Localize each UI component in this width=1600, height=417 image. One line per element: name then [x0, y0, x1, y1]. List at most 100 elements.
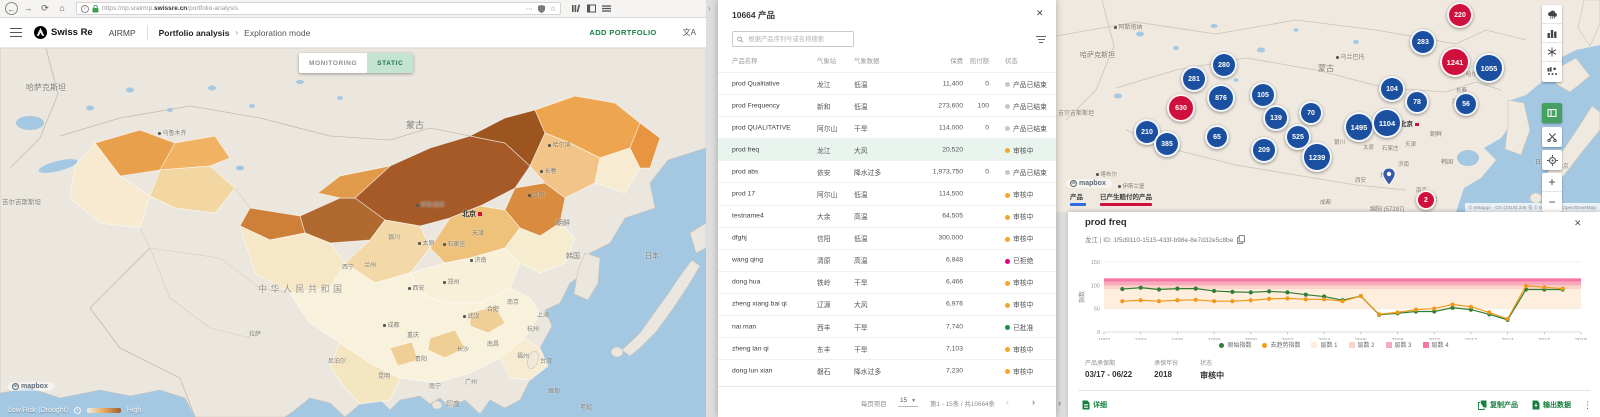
- table-cell: 磐石: [817, 366, 831, 376]
- cluster-marker[interactable]: 65: [1205, 125, 1229, 149]
- copy-product-button[interactable]: 复制产品: [1478, 400, 1518, 410]
- library-icon[interactable]: [572, 4, 581, 13]
- cluster-marker[interactable]: 280: [1211, 52, 1237, 78]
- back-icon[interactable]: ←: [5, 2, 18, 15]
- cluster-marker[interactable]: 209: [1251, 137, 1277, 163]
- breadcrumb-chevron-icon: ›: [236, 28, 239, 37]
- map-label: 乌兰巴托: [1336, 52, 1365, 61]
- combo-layer-button[interactable]: [1542, 62, 1562, 81]
- static-tab[interactable]: STATIC: [367, 53, 413, 73]
- map-label: 太原: [1363, 143, 1374, 151]
- info-icon[interactable]: i: [74, 407, 81, 414]
- per-page-select[interactable]: 15▼: [898, 397, 918, 407]
- close-icon[interactable]: ✕: [1574, 218, 1582, 229]
- table-row[interactable]: prod 17阿尔山低温114,500审核中: [718, 182, 1056, 204]
- swiss-re-logo: Swiss Re: [34, 26, 93, 39]
- hamburger-menu-icon[interactable]: [10, 28, 22, 37]
- cluster-marker[interactable]: 1104: [1372, 108, 1402, 138]
- product-search[interactable]: [732, 31, 854, 47]
- export-data-button[interactable]: 输出数据: [1532, 400, 1571, 410]
- map-label: 沈阳: [528, 190, 545, 199]
- table-row[interactable]: prod abs依安降水过多1,973,7500产品已结束: [718, 160, 1056, 182]
- more-menu-icon[interactable]: ⋮: [1583, 400, 1592, 411]
- cluster-marker[interactable]: 1239: [1302, 142, 1332, 172]
- cluster-marker[interactable]: 70: [1299, 101, 1323, 125]
- table-row[interactable]: prod Qualitative龙江低温11,4000产品已结束: [718, 72, 1056, 94]
- cluster-marker[interactable]: 104: [1379, 76, 1405, 102]
- cluster-marker[interactable]: 1055: [1474, 53, 1504, 83]
- legend-band[interactable]: 层数 1: [1311, 340, 1337, 349]
- snow-layer-button[interactable]: [1542, 43, 1562, 62]
- filter-icon[interactable]: [1036, 36, 1046, 44]
- weather-layer-button[interactable]: [1542, 5, 1562, 24]
- legend-band[interactable]: 层数 2: [1349, 340, 1375, 349]
- cluster-marker[interactable]: 105: [1250, 82, 1276, 108]
- zoom-out-button[interactable]: −: [1542, 192, 1562, 211]
- cluster-marker[interactable]: 876: [1207, 84, 1235, 112]
- cluster-marker[interactable]: 281: [1181, 66, 1207, 92]
- url-bar[interactable]: i https://np.srairmp.swissre.cn/portfoli…: [76, 2, 561, 15]
- translate-icon[interactable]: 文A: [683, 27, 696, 38]
- cluster-marker[interactable]: 385: [1154, 131, 1180, 157]
- column-header: 产品名称: [732, 56, 758, 65]
- table-row[interactable]: prod freq龙江大风20,520审核中: [718, 138, 1056, 160]
- table-row[interactable]: zheng xiang bai qi辽源大风6,976审核中: [718, 293, 1056, 315]
- site-info-icon[interactable]: i: [81, 5, 89, 13]
- table-cell: 6,976: [911, 301, 963, 308]
- home-icon[interactable]: ⌂: [55, 2, 69, 15]
- monitoring-tab[interactable]: MONITORING: [299, 53, 367, 73]
- legend-band[interactable]: 层数 4: [1423, 340, 1449, 349]
- menu-icon[interactable]: [602, 4, 611, 13]
- legend-series[interactable]: 去趋势指数: [1262, 340, 1300, 349]
- zoom-in-button[interactable]: +: [1542, 173, 1562, 192]
- cluster-marker[interactable]: 2: [1416, 190, 1436, 210]
- table-row[interactable]: wang qing清原高温6,848已拒绝: [718, 249, 1056, 271]
- copy-icon[interactable]: [1237, 235, 1245, 244]
- cluster-marker[interactable]: 283: [1410, 29, 1436, 55]
- legend-band[interactable]: 层数 3: [1386, 340, 1412, 349]
- table-row[interactable]: dfghj信阳低温300,000审核中: [718, 227, 1056, 249]
- cluster-marker[interactable]: 56: [1454, 92, 1478, 116]
- breadcrumb[interactable]: Portfolio analysis: [159, 28, 230, 38]
- forward-icon[interactable]: →: [21, 2, 35, 15]
- cluster-marker[interactable]: 220: [1447, 2, 1473, 28]
- next-page-icon[interactable]: ›: [1032, 397, 1035, 407]
- table-row[interactable]: testname4大余高温64,505审核中: [718, 205, 1056, 227]
- cluster-marker[interactable]: 1495: [1344, 112, 1374, 142]
- add-portfolio-button[interactable]: ADD PORTFOLIO: [589, 28, 656, 37]
- cluster-marker[interactable]: 78: [1405, 90, 1429, 114]
- detail-title: prod freq: [1085, 217, 1127, 228]
- map-label: 银川: [1334, 138, 1345, 146]
- table-row[interactable]: prod QUALITATIVE阿尔山干旱114,0000产品已结束: [718, 116, 1056, 138]
- lock-icon: [92, 5, 99, 13]
- cluster-marker[interactable]: 630: [1167, 94, 1195, 122]
- table-row[interactable]: dong hua铁岭干旱6,466审核中: [718, 271, 1056, 293]
- cluster-marker[interactable]: 1241: [1440, 47, 1470, 77]
- close-icon[interactable]: ✕: [1036, 8, 1044, 19]
- cluster-map[interactable]: 产品已产生赔付的产品 mmapbox © eMapgo · GS (2018) …: [1056, 0, 1600, 212]
- selected-station-pin[interactable]: [1382, 168, 1396, 186]
- collapse-chevron-icon[interactable]: ›: [708, 4, 711, 13]
- chart-layer-button[interactable]: [1542, 24, 1562, 43]
- table-row[interactable]: nai man西丰干旱7,740已批准: [718, 315, 1056, 337]
- detail-button[interactable]: 详细: [1082, 400, 1107, 410]
- locate-button[interactable]: [1542, 150, 1562, 170]
- search-input[interactable]: [746, 35, 849, 44]
- table-row[interactable]: prod Frequency新和低温273,600100产品已结束: [718, 94, 1056, 116]
- reload-icon[interactable]: ⟳: [38, 2, 52, 15]
- shield-icon[interactable]: [538, 5, 545, 13]
- risk-gradient: [87, 408, 121, 413]
- polygon-layer-button[interactable]: [1542, 103, 1562, 123]
- table-row[interactable]: zheng lan qi东丰干旱7,103审核中: [718, 337, 1056, 359]
- cluster-marker[interactable]: 139: [1263, 105, 1289, 131]
- measure-button[interactable]: [1542, 127, 1562, 147]
- more-actions-icon[interactable]: ⋯: [526, 5, 533, 13]
- expand-chevron-icon[interactable]: ›: [1058, 398, 1061, 408]
- prev-page-icon[interactable]: ‹: [1006, 397, 1009, 407]
- bookmark-star-icon[interactable]: ☆: [550, 5, 556, 13]
- sidebar-icon[interactable]: [587, 4, 596, 13]
- choropleth-map[interactable]: MONITORING STATIC mmapbox Low Risk (Drou…: [0, 48, 706, 417]
- map-label: 银川: [388, 232, 400, 241]
- table-row[interactable]: dong lun xian磐石降水过多7,230审核中: [718, 359, 1056, 381]
- legend-series[interactable]: 原始指数: [1219, 340, 1251, 349]
